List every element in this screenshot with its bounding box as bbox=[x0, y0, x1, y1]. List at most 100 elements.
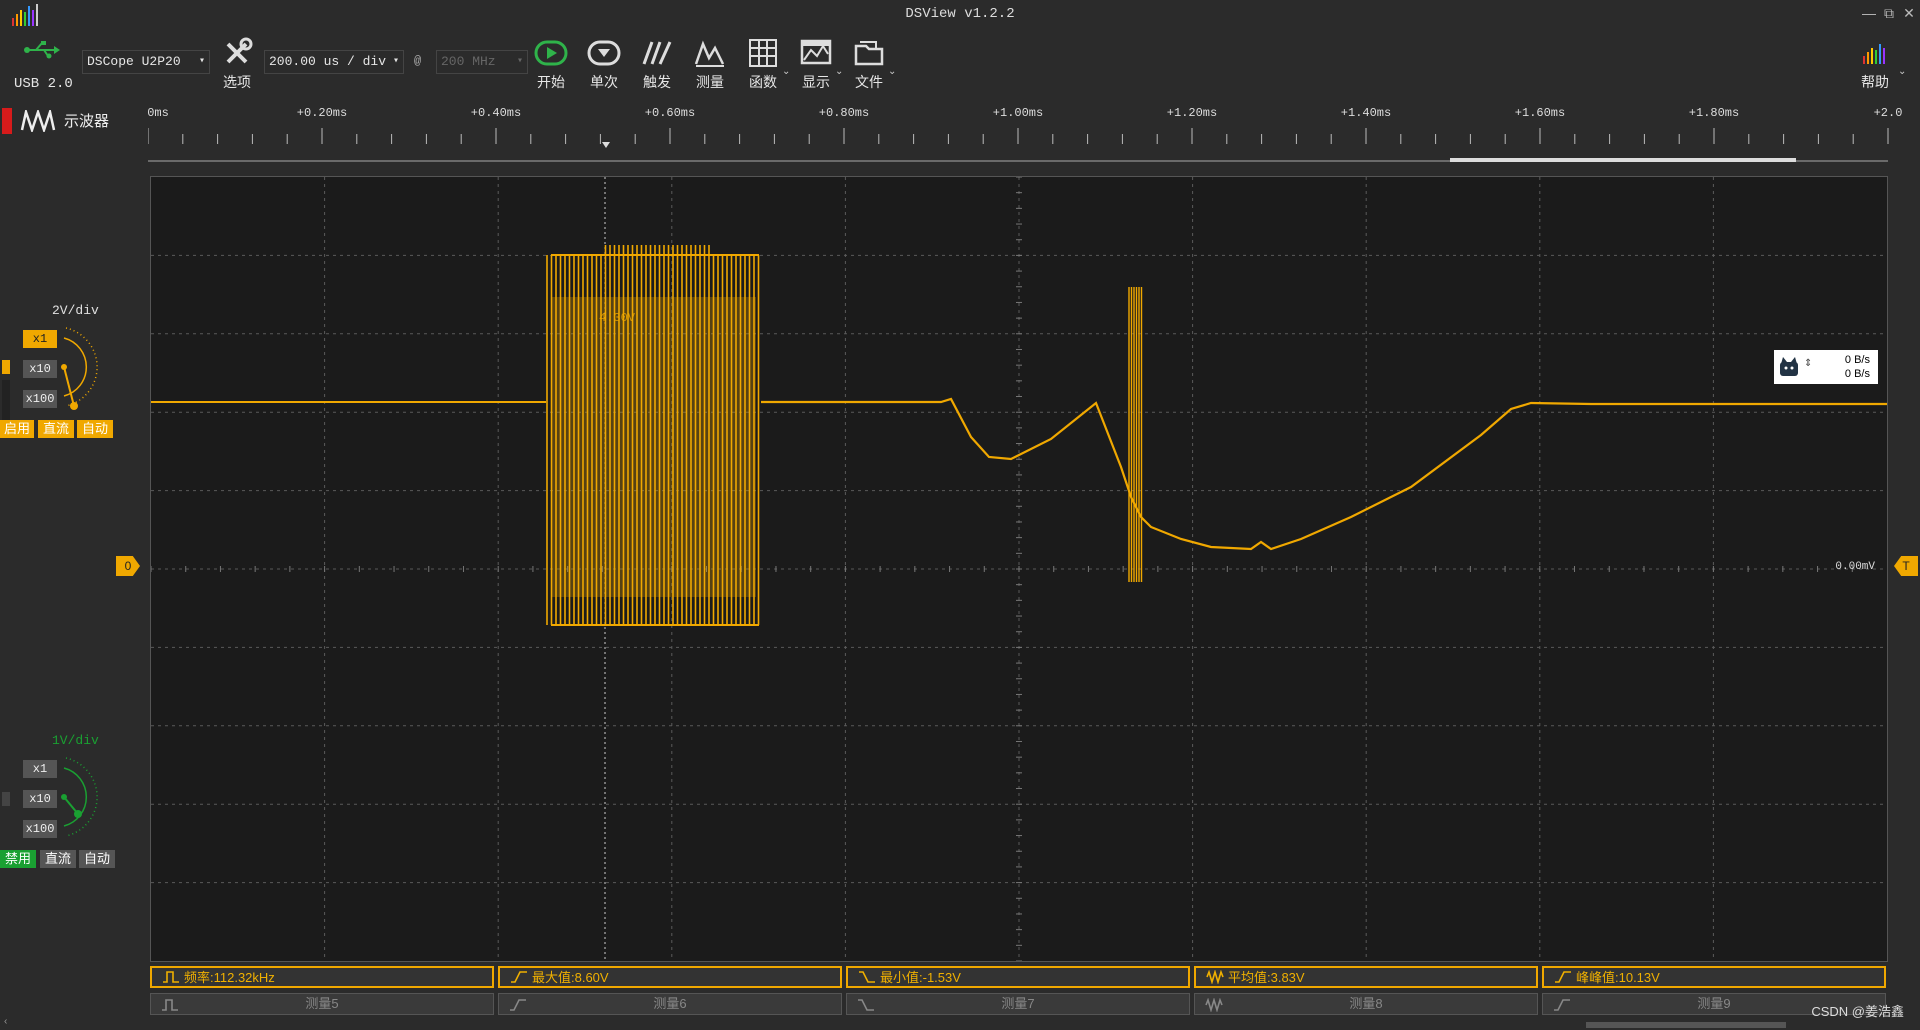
file-label: 文件 bbox=[855, 74, 883, 90]
help-label: 帮助 bbox=[1861, 74, 1889, 90]
ruler-label: +0.80ms bbox=[818, 106, 870, 120]
rise-icon bbox=[1555, 971, 1571, 983]
ch0-scroll-handle[interactable] bbox=[2, 380, 10, 420]
waveform-canvas[interactable] bbox=[150, 176, 1887, 962]
close-button[interactable]: ✕ bbox=[1898, 4, 1920, 22]
ch1-auto-button[interactable]: 自动 bbox=[79, 850, 115, 868]
measure-label: 测量 bbox=[696, 74, 724, 90]
samplerate-select[interactable]: 200 MHz ▾ bbox=[436, 50, 528, 74]
ch1-vdiv-knob[interactable] bbox=[56, 752, 116, 842]
scrollbar-thumb[interactable] bbox=[1586, 1022, 1786, 1028]
timebase-select[interactable]: 200.00 us / div ▾ bbox=[264, 50, 404, 74]
rise-icon bbox=[1554, 999, 1570, 1011]
measurement-slot-4[interactable]: 峰峰值:10.13V bbox=[1542, 966, 1886, 988]
rate-up: 0 B/s bbox=[1844, 354, 1870, 366]
tools-icon bbox=[226, 37, 253, 64]
chevron-down-icon: ▾ bbox=[516, 56, 523, 67]
measurement-slot-0[interactable]: 频率:112.32kHz bbox=[150, 966, 494, 988]
ch0-color-tab[interactable] bbox=[2, 360, 10, 374]
pulse-icon bbox=[163, 971, 179, 983]
measurement-slot-6[interactable]: 测量6 bbox=[498, 993, 842, 1015]
ch0-probe-x1[interactable]: x1 bbox=[23, 330, 57, 348]
ch0-auto-button[interactable]: 自动 bbox=[77, 420, 113, 438]
rise-icon bbox=[511, 971, 527, 983]
measurement-slot-3[interactable]: 平均值:3.83V bbox=[1194, 966, 1538, 988]
measurement-slot-7[interactable]: 测量7 bbox=[846, 993, 1190, 1015]
math-button[interactable]: 函数 bbox=[740, 36, 786, 98]
ch1-color-tab[interactable] bbox=[2, 792, 10, 806]
usb-label: USB 2.0 bbox=[14, 76, 73, 92]
measurement-value: 最大值:8.60V bbox=[532, 970, 609, 985]
start-label: 开始 bbox=[537, 74, 565, 90]
at-symbol: @ bbox=[414, 54, 422, 68]
ch1-probe-x100[interactable]: x100 bbox=[23, 820, 57, 838]
ruler-label: +0.60ms bbox=[644, 106, 696, 120]
ch1-probe-x10[interactable]: x10 bbox=[23, 790, 57, 808]
ch1-enable-button[interactable]: 禁用 bbox=[0, 850, 36, 868]
measurement-placeholder: 测量7 bbox=[1001, 996, 1035, 1011]
measurement-slot-2[interactable]: 最小值:-1.53V bbox=[846, 966, 1190, 988]
measurement-slot-8[interactable]: 测量8 bbox=[1194, 993, 1538, 1015]
chevron-down-icon: ⌄ bbox=[835, 66, 844, 77]
mode-indicator bbox=[2, 108, 12, 134]
ch0-coupling-button[interactable]: 直流 bbox=[38, 420, 74, 438]
ch0-enable-button[interactable]: 启用 bbox=[0, 420, 34, 438]
minimize-button[interactable]: — bbox=[1858, 4, 1880, 22]
options-label: 选项 bbox=[223, 74, 251, 90]
chevron-down-icon: ⌄ bbox=[888, 66, 897, 77]
ch1-probe-x1[interactable]: x1 bbox=[23, 760, 57, 778]
trigger-level-marker[interactable]: T bbox=[1894, 556, 1918, 576]
chevron-left-icon[interactable]: ‹ bbox=[4, 1016, 7, 1027]
trigger-button[interactable]: 触发 bbox=[634, 36, 680, 98]
ch0-vdiv-label: 2V/div bbox=[52, 303, 99, 318]
ruler-label: +2.0 bbox=[1873, 106, 1903, 120]
device-select[interactable]: DSCope U2P20 ▾ bbox=[82, 50, 210, 74]
time-ruler[interactable]: 0ms +0.20ms +0.40ms +0.60ms +0.80ms +1.00ms +1… bbox=[140, 102, 1902, 164]
ch0-probe-x100[interactable]: x100 bbox=[23, 390, 57, 408]
trigger-icon bbox=[642, 41, 672, 65]
data-rate-box: ⇕ 0 B/s 0 B/s bbox=[1774, 350, 1878, 384]
ch1-vdiv-label: 1V/div bbox=[52, 733, 99, 748]
ruler-label: +0.40ms bbox=[470, 106, 522, 120]
ch0-vdiv-knob[interactable] bbox=[56, 322, 116, 412]
ruler-label: +1.80ms bbox=[1688, 106, 1740, 120]
measurement-placeholder: 测量9 bbox=[1697, 996, 1731, 1011]
ruler-label: +0.20ms bbox=[296, 106, 348, 120]
updown-icon: ⇕ bbox=[1804, 358, 1813, 369]
ruler-label: +1.40ms bbox=[1340, 106, 1392, 120]
rate-down: 0 B/s bbox=[1844, 368, 1870, 380]
horizontal-scrollbar[interactable]: ‹ bbox=[0, 1016, 1920, 1030]
measurement-placeholder: 测量8 bbox=[1349, 996, 1383, 1011]
chevron-down-icon: ⌄ bbox=[782, 66, 791, 77]
measurement-slot-1[interactable]: 最大值:8.60V bbox=[498, 966, 842, 988]
device-value: DSCope U2P20 bbox=[87, 54, 181, 69]
math-label: 函数 bbox=[749, 74, 777, 90]
samplerate-value: 200 MHz bbox=[441, 54, 496, 69]
usb-icon bbox=[24, 41, 60, 59]
cursor-value-label: 4.30V bbox=[599, 311, 636, 325]
restore-button[interactable]: ⧉ bbox=[1878, 4, 1900, 22]
chevron-down-icon: ▾ bbox=[198, 56, 205, 67]
measure-button[interactable]: 测量 bbox=[687, 36, 733, 98]
file-button[interactable]: 文件 bbox=[846, 36, 892, 98]
watermark: CSDN @姜浩鑫 bbox=[1811, 1004, 1904, 1019]
display-button[interactable]: 显示 bbox=[793, 36, 839, 98]
ch1-coupling-button[interactable]: 直流 bbox=[40, 850, 76, 868]
wave-icon bbox=[1206, 970, 1224, 984]
single-label: 单次 bbox=[590, 74, 618, 90]
oscilloscope-icon[interactable] bbox=[20, 110, 56, 132]
help-button[interactable]: 帮助 bbox=[1852, 36, 1898, 98]
options-button[interactable]: 选项 bbox=[214, 36, 260, 98]
measurement-slot-5[interactable]: 测量5 bbox=[150, 993, 494, 1015]
measurement-value: 最小值:-1.53V bbox=[880, 970, 961, 985]
single-icon bbox=[587, 40, 621, 66]
measure-icon bbox=[694, 40, 725, 67]
trigger-label: 触发 bbox=[643, 74, 671, 90]
start-button[interactable]: 开始 bbox=[528, 36, 574, 98]
chevron-down-icon: ⌄ bbox=[1898, 66, 1907, 77]
scope-display[interactable]: 4.30V 0.00mV bbox=[150, 176, 1888, 962]
ch0-probe-x10[interactable]: x10 bbox=[23, 360, 57, 378]
measurement-placeholder: 测量6 bbox=[653, 996, 687, 1011]
single-button[interactable]: 单次 bbox=[581, 36, 627, 98]
chevron-down-icon: ▾ bbox=[392, 56, 399, 67]
